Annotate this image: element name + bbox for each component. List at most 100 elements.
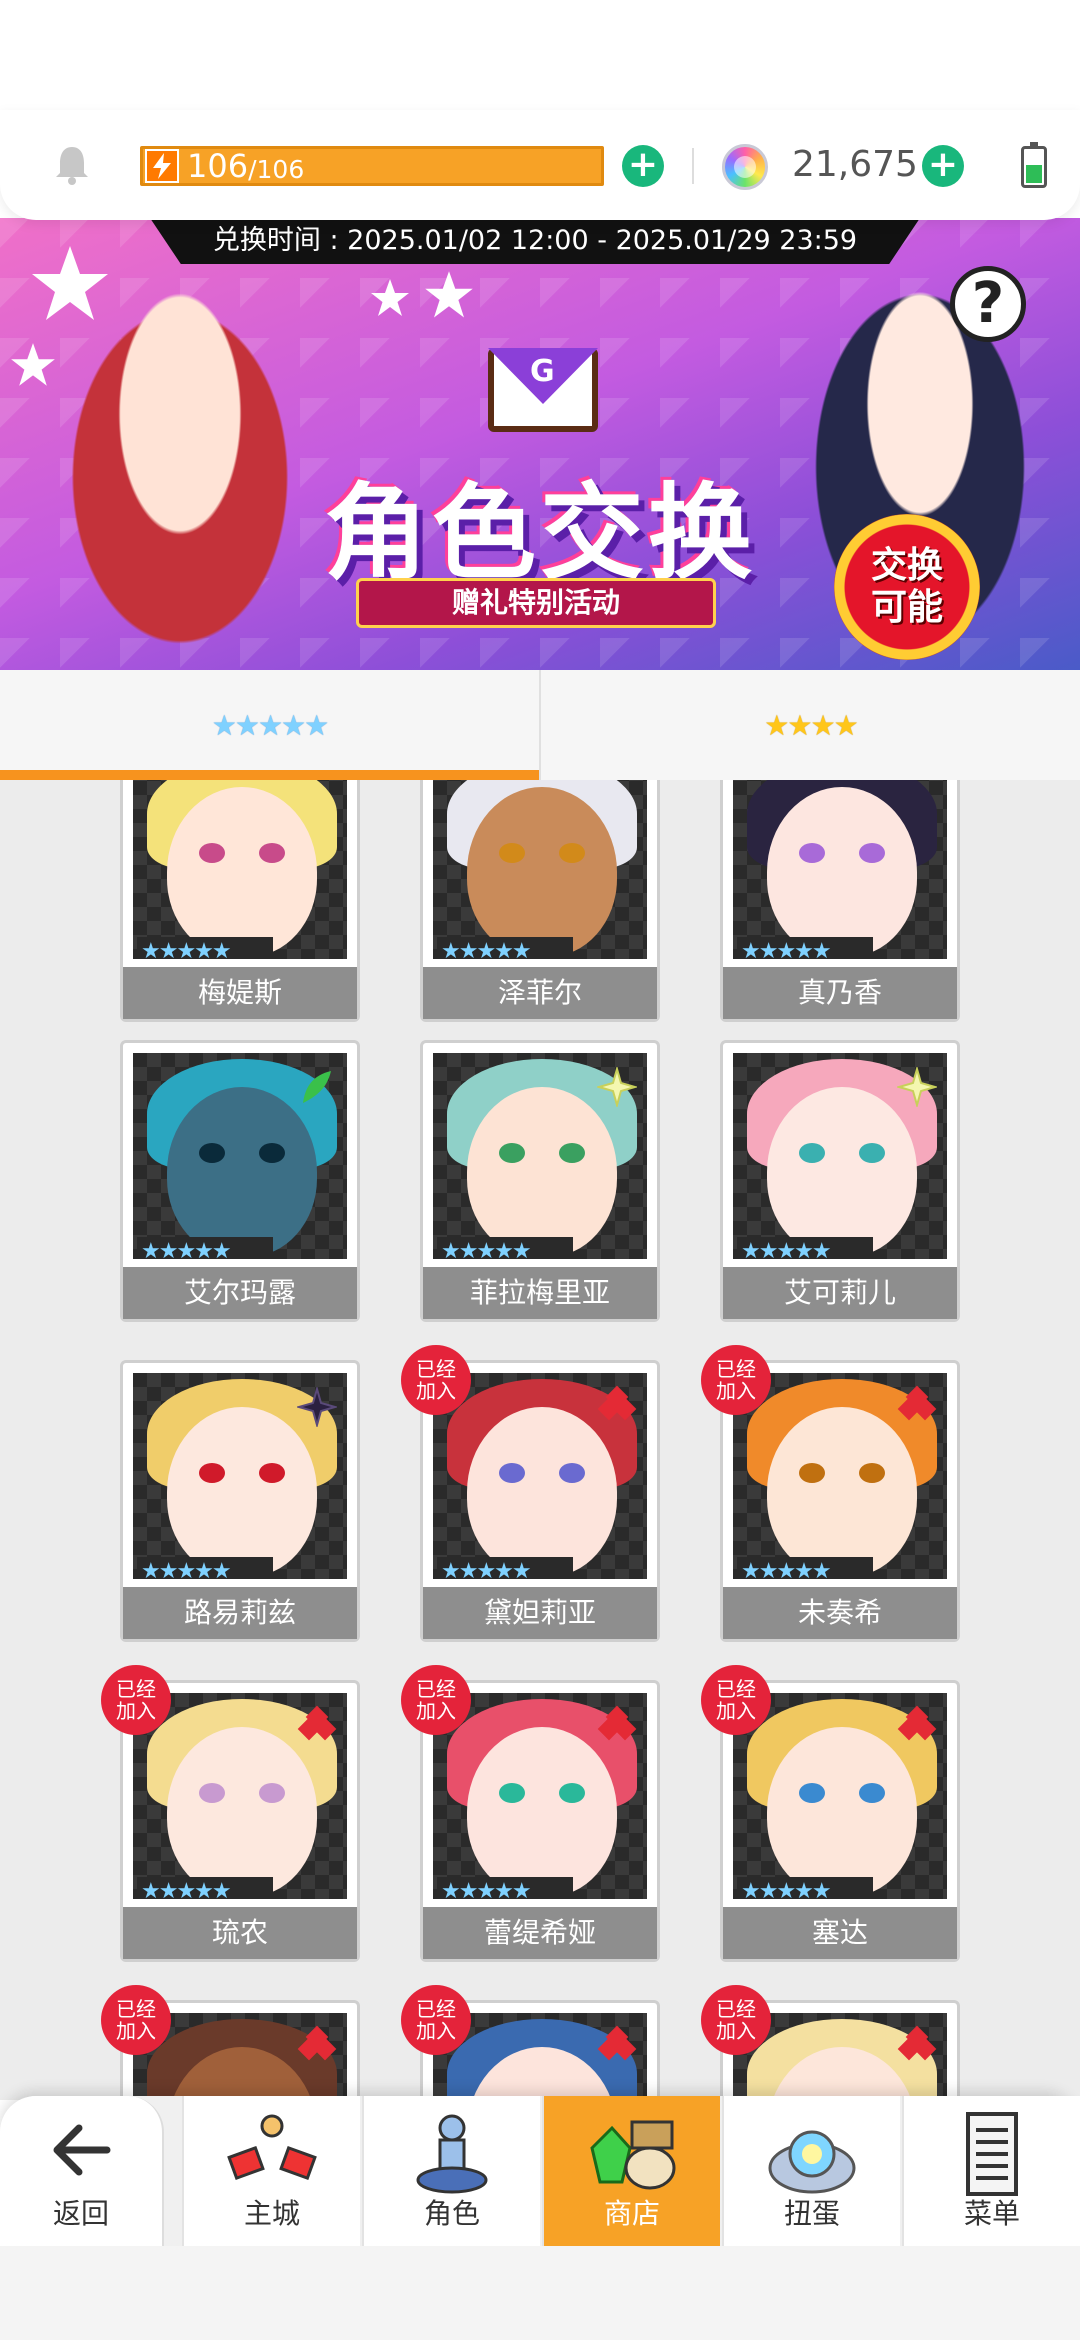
lightning-icon bbox=[145, 149, 179, 183]
character-portrait: ★★★★★ bbox=[733, 1053, 947, 1259]
portrait-eye bbox=[799, 1463, 825, 1483]
character-card[interactable]: ★★★★★ 泽菲尔 bbox=[420, 780, 660, 1022]
stamina-value: 106 bbox=[187, 147, 249, 185]
rarity-stars: ★★★★★ bbox=[437, 1877, 573, 1899]
portrait-face bbox=[167, 1407, 317, 1577]
character-portrait: ★★★★★ bbox=[733, 780, 947, 959]
fire-element-icon bbox=[897, 1385, 937, 1427]
back-arrow-icon bbox=[53, 2124, 111, 2176]
character-name: 梅媞斯 bbox=[123, 967, 357, 1019]
joined-badge: 已经 加入 bbox=[701, 1665, 771, 1735]
rarity-stars: ★★★★★ bbox=[137, 1557, 273, 1579]
fire-element-icon bbox=[297, 2025, 337, 2067]
portrait-face bbox=[167, 787, 317, 957]
character-card[interactable]: ★★★★★ 艾尔玛露 bbox=[120, 1040, 360, 1322]
character-statue-icon bbox=[416, 2114, 488, 2194]
character-card[interactable]: ★★★★★ 塞达 已经 加入 bbox=[701, 1665, 960, 1962]
stamina-max: /106 bbox=[248, 154, 305, 184]
character-card[interactable]: ★★★★★已经加入 bbox=[101, 1985, 360, 2100]
rarity-tabs: ★★★★★ ★★★★ bbox=[0, 670, 1080, 780]
portrait-face bbox=[467, 1727, 617, 1897]
fire-element-icon bbox=[597, 2025, 637, 2067]
character-portrait: ★★★★★ bbox=[433, 1693, 647, 1899]
gem-icon bbox=[722, 144, 768, 190]
portrait-eye bbox=[799, 1783, 825, 1803]
character-card[interactable]: ★★★★★ 蕾缇希娅 已经 加入 bbox=[401, 1665, 660, 1962]
gacha-orb-icon bbox=[768, 2130, 856, 2194]
character-card[interactable]: ★★★★★ 真乃香 bbox=[720, 780, 960, 1022]
character-portrait: ★★★★★ bbox=[133, 1053, 347, 1259]
portrait-eye bbox=[559, 1143, 585, 1163]
add-gem-button[interactable]: + bbox=[922, 145, 964, 187]
portrait-eye bbox=[859, 843, 885, 863]
character-card[interactable]: ★★★★★ 琉农 已经 加入 bbox=[101, 1665, 360, 1962]
joined-badge: 已经 加入 bbox=[401, 1985, 471, 2055]
portrait-eye bbox=[199, 1463, 225, 1483]
rarity-stars: ★★★★★ bbox=[737, 937, 873, 959]
portrait-eye bbox=[259, 1143, 285, 1163]
dark-element-icon bbox=[295, 1385, 339, 1429]
nav-shop[interactable]: 商店 bbox=[542, 2096, 720, 2246]
portrait-eye bbox=[199, 843, 225, 863]
nav-home[interactable]: 主城 bbox=[182, 2096, 360, 2246]
character-name: 艾可莉儿 bbox=[723, 1267, 957, 1319]
nav-gacha[interactable]: 扭蛋 bbox=[722, 2096, 900, 2246]
character-card[interactable]: ★★★★★ 路易莉兹 bbox=[120, 1360, 360, 1642]
character-portrait: ★★★★★ bbox=[733, 1693, 947, 1899]
character-card[interactable]: ★★★★★已经加入 bbox=[701, 1985, 960, 2100]
portrait-eye bbox=[259, 1463, 285, 1483]
castle-icon bbox=[227, 2114, 317, 2181]
rarity-stars: ★★★★★ bbox=[737, 1557, 873, 1579]
portrait-eye bbox=[499, 1783, 525, 1803]
portrait-eye bbox=[259, 1783, 285, 1803]
portrait-eye bbox=[499, 843, 525, 863]
joined-badge: 已经 加入 bbox=[701, 1345, 771, 1415]
portrait-face bbox=[467, 787, 617, 957]
rarity-stars: ★★★★★ bbox=[137, 1237, 273, 1259]
gift-envelope-icon: G bbox=[488, 348, 598, 432]
character-card[interactable]: ★★★★★ 艾可莉儿 bbox=[720, 1040, 960, 1322]
portrait-face bbox=[767, 1087, 917, 1257]
back-button[interactable]: 返回 bbox=[0, 2096, 164, 2246]
help-button[interactable]: ? bbox=[950, 266, 1026, 342]
character-card[interactable]: ★★★★★ 未奏希 已经 加入 bbox=[701, 1345, 960, 1642]
system-nav-bar bbox=[0, 2246, 1080, 2340]
light-element-icon bbox=[595, 1065, 639, 1109]
character-card[interactable]: ★★★★★ 黛妲莉亚 已经 加入 bbox=[401, 1345, 660, 1642]
rarity-stars: ★★★★★ bbox=[737, 1877, 873, 1899]
tab-five-star[interactable]: ★★★★★ bbox=[0, 670, 539, 780]
character-card[interactable]: ★★★★★已经加入 bbox=[401, 1985, 660, 2100]
portrait-face bbox=[467, 1087, 617, 1257]
character-card[interactable]: ★★★★★ 菲拉梅里亚 bbox=[420, 1040, 660, 1322]
menu-list-icon bbox=[966, 2112, 1018, 2196]
rarity-stars: ★★★★★ bbox=[137, 937, 273, 959]
portrait-face bbox=[167, 1087, 317, 1257]
rarity-stars: ★★★★★ bbox=[737, 1237, 873, 1259]
bell-icon[interactable] bbox=[50, 143, 94, 187]
joined-badge: 已经 加入 bbox=[101, 1985, 171, 2055]
joined-badge: 已经 加入 bbox=[101, 1665, 171, 1735]
fire-element-icon bbox=[297, 1705, 337, 1747]
fire-element-icon bbox=[897, 1705, 937, 1747]
tab-four-star[interactable]: ★★★★ bbox=[539, 670, 1080, 780]
character-portrait: ★★★★★ bbox=[433, 1373, 647, 1579]
portrait-face bbox=[467, 1407, 617, 1577]
battery-icon bbox=[1021, 142, 1047, 188]
light-element-icon bbox=[895, 1065, 939, 1109]
portrait-eye bbox=[199, 1783, 225, 1803]
nav-menu[interactable]: 菜单 bbox=[902, 2096, 1080, 2246]
character-name: 塞达 bbox=[723, 1907, 957, 1959]
nav-character[interactable]: 角色 bbox=[362, 2096, 540, 2246]
character-portrait: ★★★★★ bbox=[433, 1053, 647, 1259]
add-stamina-button[interactable]: + bbox=[622, 145, 664, 187]
portrait-eye bbox=[199, 1143, 225, 1163]
wind-element-icon bbox=[297, 1067, 337, 1107]
portrait-face bbox=[767, 787, 917, 957]
character-name: 艾尔玛露 bbox=[123, 1267, 357, 1319]
rarity-stars: ★★★★★ bbox=[137, 1877, 273, 1899]
portrait-eye bbox=[259, 843, 285, 863]
portrait-eye bbox=[859, 1783, 885, 1803]
character-card[interactable]: ★★★★★ 梅媞斯 bbox=[120, 780, 360, 1022]
star-decoration bbox=[371, 279, 409, 316]
portrait-face bbox=[767, 1407, 917, 1577]
